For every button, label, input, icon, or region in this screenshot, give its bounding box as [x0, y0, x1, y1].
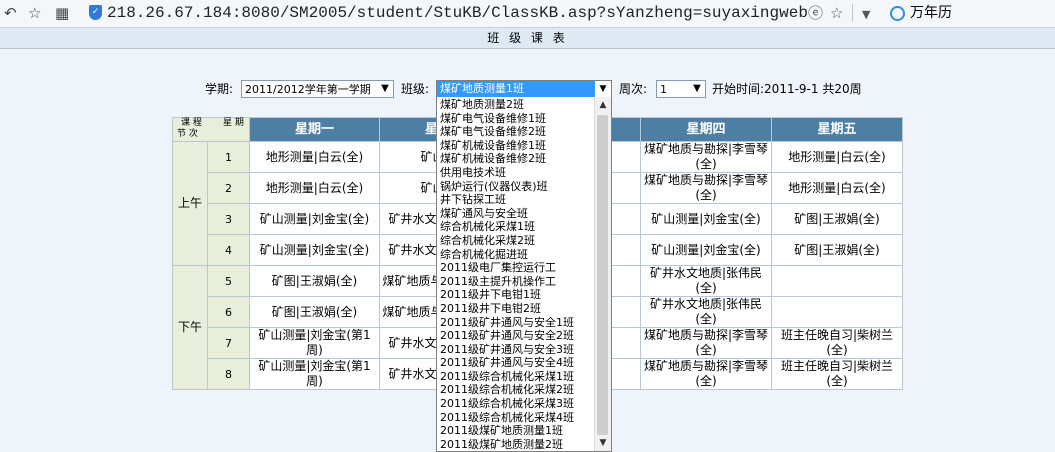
course-cell: 煤矿地质与勘探|李雪琴(全) — [640, 141, 772, 173]
period-number: 6 — [207, 296, 250, 328]
shield-icon: ✓ — [89, 5, 102, 20]
address-bar[interactable]: 218.26.67.184:8080/SM2005/student/StuKB/… — [107, 2, 808, 24]
class-dropdown-list[interactable]: 煤矿地质测量1班 煤矿地质测量2班 煤矿电气设备维修1班 煤矿电气设备维修2班 煤矿机… — [436, 80, 612, 452]
table-corner: 课 程 星 期 节 次 — [172, 117, 250, 142]
course-cell: 矿图|王淑娟(全) — [771, 234, 903, 266]
course-cell: 煤矿地质与勘探|李雪琴(全) — [640, 358, 772, 390]
course-cell: 矿山测量|刘金宝(第1周) — [249, 327, 380, 359]
class-option[interactable]: 综合机械化掘进班 — [437, 248, 597, 262]
grid-icon[interactable]: ▦ — [55, 3, 69, 23]
class-option[interactable]: 煤矿通风与安全班 — [437, 207, 597, 221]
browser-toolbar: ↶ ☆ ▦ ✓ 218.26.67.184:8080/SM2005/studen… — [0, 0, 1055, 28]
class-option[interactable]: 综合机械化采煤2班 — [437, 234, 597, 248]
week-label: 周次: — [619, 82, 648, 96]
class-option[interactable]: 锅炉运行(仪器仪表)班 — [437, 180, 597, 194]
day-header: 星期五 — [771, 117, 903, 142]
course-cell: 地形测量|白云(全) — [771, 172, 903, 204]
scroll-thumb[interactable] — [597, 115, 608, 435]
course-cell: 班主任晚自习|柴树兰(全) — [771, 327, 903, 359]
period-number: 7 — [207, 327, 250, 359]
class-option[interactable]: 2011级井下电钳1班 — [437, 288, 597, 302]
course-cell: 矿图|王淑娟(全) — [249, 265, 380, 297]
class-option[interactable]: 煤矿机械设备维修2班 — [437, 152, 597, 166]
class-option[interactable]: 2011级综合机械化采煤2班 — [437, 383, 597, 397]
corner-day-label: 星 期 — [223, 118, 244, 128]
week-select-value: 1 — [660, 83, 667, 96]
page-title: 班 级 课 表 — [0, 28, 1055, 49]
corner-course-label: 课 程 — [181, 118, 202, 128]
class-option[interactable]: 2011级综合机械化采煤3班 — [437, 397, 597, 411]
scroll-down-icon[interactable]: ▼ — [595, 435, 611, 451]
class-option[interactable]: 2011级主提升机操作工 — [437, 275, 597, 289]
compat-icon[interactable]: ⓔ — [808, 3, 823, 23]
session-label: 下午 — [172, 265, 208, 390]
scroll-up-icon[interactable]: ▲ — [595, 97, 611, 113]
course-cell — [771, 265, 903, 297]
term-label: 学期: — [205, 82, 234, 96]
course-cell: 地形测量|白云(全) — [771, 141, 903, 173]
chevron-down-icon: ▼ — [688, 81, 705, 97]
course-cell: 班主任晚自习|柴树兰(全) — [771, 358, 903, 390]
class-option[interactable]: 煤矿地质测量2班 — [437, 98, 597, 112]
term-select[interactable]: 2011/2012学年第一学期 ▼ — [241, 80, 394, 98]
class-option[interactable]: 煤矿电气设备维修1班 — [437, 112, 597, 126]
course-cell: 矿山测量|刘金宝(第1周) — [249, 358, 380, 390]
day-header: 星期一 — [249, 117, 380, 142]
search-box[interactable]: 万年历 — [910, 3, 952, 23]
class-option[interactable]: 2011级煤矿地质测量1班 — [437, 424, 597, 438]
period-number: 8 — [207, 358, 250, 390]
class-options: 煤矿地质测量2班 煤矿电气设备维修1班 煤矿电气设备维修2班 煤矿机械设备维修1班 煤矿… — [437, 98, 597, 451]
dropdown-scrollbar[interactable]: ▼ ▲ ▼ — [594, 81, 611, 451]
period-number: 5 — [207, 265, 250, 297]
class-option[interactable]: 2011级矿井通风与安全3班 — [437, 343, 597, 357]
class-option[interactable]: 2011级电厂集控运行工 — [437, 261, 597, 275]
course-cell: 矿图|王淑娟(全) — [771, 203, 903, 235]
session-label: 上午 — [172, 141, 208, 266]
class-option[interactable]: 2011级井下电钳2班 — [437, 302, 597, 316]
class-option[interactable]: 2011级矿井通风与安全1班 — [437, 316, 597, 330]
course-cell: 地形测量|白云(全) — [249, 141, 380, 173]
course-cell: 矿山测量|刘金宝(全) — [640, 203, 772, 235]
start-time-text: 开始时间:2011-9-1 共20周 — [712, 82, 862, 96]
course-cell: 矿山测量|刘金宝(全) — [249, 234, 380, 266]
period-number: 1 — [207, 141, 250, 173]
course-cell: 矿图|王淑娟(全) — [249, 296, 380, 328]
course-cell: 矿井水文地质|张伟民(全) — [640, 296, 772, 328]
day-header: 星期四 — [640, 117, 772, 142]
period-number: 4 — [207, 234, 250, 266]
course-cell: 地形测量|白云(全) — [249, 172, 380, 204]
class-option[interactable]: 煤矿机械设备维修1班 — [437, 139, 597, 153]
period-number: 3 — [207, 203, 250, 235]
chevron-down-icon: ▼ — [376, 81, 393, 97]
back-icon[interactable]: ↶ — [4, 3, 17, 23]
class-option[interactable]: 2011级煤矿地质测量2班 — [437, 438, 597, 451]
class-option[interactable]: 2011级综合机械化采煤4班 — [437, 411, 597, 425]
search-icon — [890, 6, 905, 21]
class-option[interactable]: 2011级综合机械化采煤1班 — [437, 370, 597, 384]
toolbar-divider — [852, 4, 853, 22]
class-option[interactable]: 供用电技术班 — [437, 166, 597, 180]
class-select-current[interactable]: 煤矿地质测量1班 — [437, 81, 595, 97]
class-label: 班级: — [401, 82, 430, 96]
course-cell: 矿井水文地质|张伟民(全) — [640, 265, 772, 297]
course-cell: 矿山测量|刘金宝(全) — [249, 203, 380, 235]
chevron-down-icon[interactable]: ▼ — [595, 81, 611, 97]
period-number: 2 — [207, 172, 250, 204]
course-cell: 煤矿地质与勘探|李雪琴(全) — [640, 327, 772, 359]
class-option[interactable]: 2011级矿井通风与安全2班 — [437, 329, 597, 343]
class-option[interactable]: 煤矿电气设备维修2班 — [437, 125, 597, 139]
course-cell: 矿山测量|刘金宝(全) — [640, 234, 772, 266]
course-cell — [771, 296, 903, 328]
week-select[interactable]: 1 ▼ — [656, 80, 706, 98]
course-cell: 煤矿地质与勘探|李雪琴(全) — [640, 172, 772, 204]
corner-period-label: 节 次 — [177, 129, 198, 139]
star-icon[interactable]: ☆ — [28, 3, 41, 23]
class-option[interactable]: 综合机械化采煤1班 — [437, 220, 597, 234]
favorite-icon[interactable]: ☆ — [830, 3, 843, 23]
term-select-value: 2011/2012学年第一学期 — [245, 83, 371, 96]
dropdown-icon[interactable]: ▼ — [862, 5, 870, 25]
class-option[interactable]: 井下钻探工班 — [437, 193, 597, 207]
class-option[interactable]: 2011级矿井通风与安全4班 — [437, 356, 597, 370]
